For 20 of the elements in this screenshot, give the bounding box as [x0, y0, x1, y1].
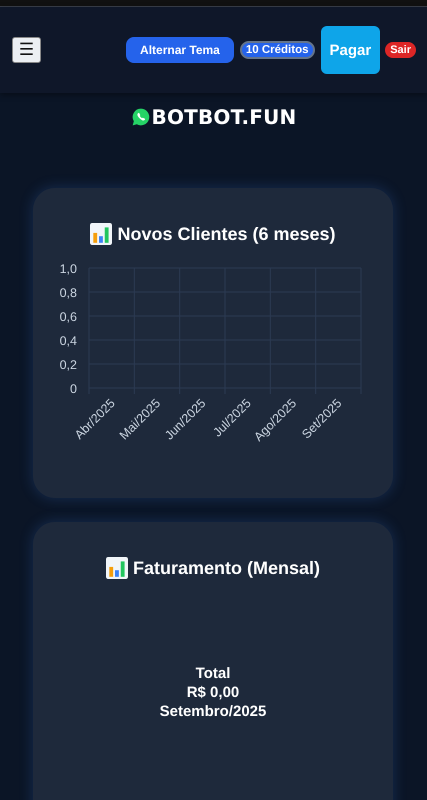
- bar-chart-icon: [90, 223, 112, 245]
- menu-button[interactable]: ☰: [12, 37, 41, 63]
- logo-text: BOTBOT.FUN: [152, 105, 296, 129]
- theme-toggle-button[interactable]: Alternar Tema: [126, 37, 234, 63]
- pay-button[interactable]: Pagar: [320, 26, 380, 74]
- y-axis-label: 1,0: [60, 262, 77, 276]
- bar-chart-icon: [106, 557, 128, 579]
- y-axis-label: 0,4: [60, 334, 77, 348]
- summary-text: R$ 0,00: [186, 684, 240, 701]
- y-axis-label: 0,2: [60, 358, 77, 372]
- y-axis-label: 0,8: [60, 286, 77, 300]
- card-title: Novos Clientes (6 meses): [117, 224, 336, 244]
- y-axis-label: 0,6: [60, 310, 77, 324]
- credits-badge: 10 Créditos: [240, 41, 314, 59]
- summary-text: Total: [196, 665, 230, 682]
- card-title: Faturamento (Mensal): [132, 558, 320, 578]
- chat-bubble-icon: [130, 107, 150, 127]
- y-axis-label: 0: [70, 382, 77, 396]
- logout-button[interactable]: Sair: [385, 42, 416, 58]
- summary-text: Setembro/2025: [160, 703, 266, 720]
